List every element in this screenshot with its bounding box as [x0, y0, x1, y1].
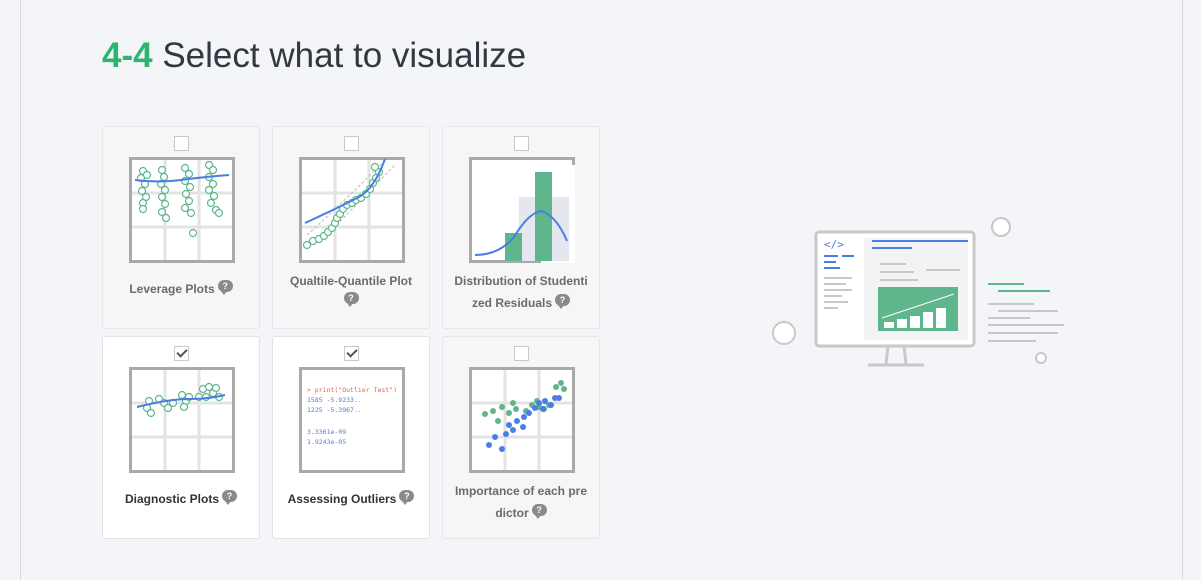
title-text: Select what to visualize [162, 36, 527, 75]
help-icon[interactable]: ? [343, 292, 359, 307]
diagnostic-plots-checkbox[interactable] [174, 346, 189, 361]
option-qq-plot[interactable]: Qualtile-Quantile Plot ? [272, 126, 430, 329]
diagnostic-plots-label: Diagnostic Plots? [113, 488, 249, 510]
leverage-plots-checkbox[interactable] [174, 136, 189, 151]
option-leverage-plots[interactable]: Leverage Plots? [102, 126, 260, 329]
leverage-plots-label-text: Leverage Plots [129, 282, 215, 296]
predictor-importance-label-line2: dictor [495, 506, 529, 520]
qq-plot-checkbox[interactable] [344, 136, 359, 151]
outliers-code-line1: > print("Outlier Test") [307, 386, 397, 394]
qq-plot-label: Qualtile-Quantile Plot ? [283, 270, 419, 307]
step-number: 4-4 [102, 36, 153, 75]
option-studentized-residuals[interactable]: Distribution of Studenti zed Residuals? [442, 126, 600, 329]
studentized-residuals-label: Distribution of Studenti zed Residuals? [453, 270, 589, 314]
page-title: 4-4 Select what to visualize [102, 36, 526, 76]
help-icon[interactable]: ? [531, 504, 547, 519]
assessing-outliers-thumbnail: > print("Outlier Test") 1585 -5.9233.. 1… [299, 367, 405, 473]
outliers-code-line5: 1.9243e-05 [307, 438, 346, 446]
studentized-residuals-label-line1: Distribution of Studenti [454, 274, 588, 288]
frame-border-right [1182, 0, 1183, 580]
monitor-illustration: </> [772, 217, 1064, 367]
studentized-residuals-label-line2: zed Residuals [471, 296, 553, 310]
code-icon: </> [824, 238, 844, 251]
qq-plot-label-text: Qualtile-Quantile Plot [289, 274, 412, 288]
outliers-code-line4: 3.3361e-09 [307, 428, 346, 436]
outliers-code-line3: 1225 -5.3967.. [307, 406, 362, 414]
qq-plot-thumbnail [299, 157, 405, 263]
predictor-importance-thumbnail [469, 367, 575, 473]
option-diagnostic-plots[interactable]: Diagnostic Plots? [102, 336, 260, 539]
leverage-plots-thumbnail [129, 157, 235, 263]
help-icon[interactable]: ? [399, 490, 415, 505]
diagnostic-plots-thumbnail [129, 367, 235, 473]
option-assessing-outliers[interactable]: > print("Outlier Test") 1585 -5.9233.. 1… [272, 336, 430, 539]
option-predictor-importance[interactable]: Importance of each pre dictor? [442, 336, 600, 539]
help-icon[interactable]: ? [222, 490, 237, 505]
help-icon[interactable]: ? [555, 294, 571, 309]
help-icon[interactable]: ? [217, 280, 233, 295]
leverage-plots-label: Leverage Plots? [113, 278, 249, 300]
frame-border-left [20, 0, 21, 580]
studentized-residuals-thumbnail [469, 157, 575, 263]
assessing-outliers-checkbox[interactable] [344, 346, 359, 361]
assessing-outliers-label-text: Assessing Outliers [287, 492, 397, 506]
diagnostic-plots-label-text: Diagnostic Plots [124, 492, 219, 506]
predictor-importance-checkbox[interactable] [514, 346, 529, 361]
predictor-importance-label-line1: Importance of each pre [454, 484, 588, 498]
predictor-importance-label: Importance of each pre dictor? [453, 480, 589, 524]
assessing-outliers-label: Assessing Outliers? [283, 488, 419, 510]
studentized-residuals-checkbox[interactable] [514, 136, 529, 151]
outliers-code-line2: 1585 -5.9233.. [307, 396, 362, 404]
